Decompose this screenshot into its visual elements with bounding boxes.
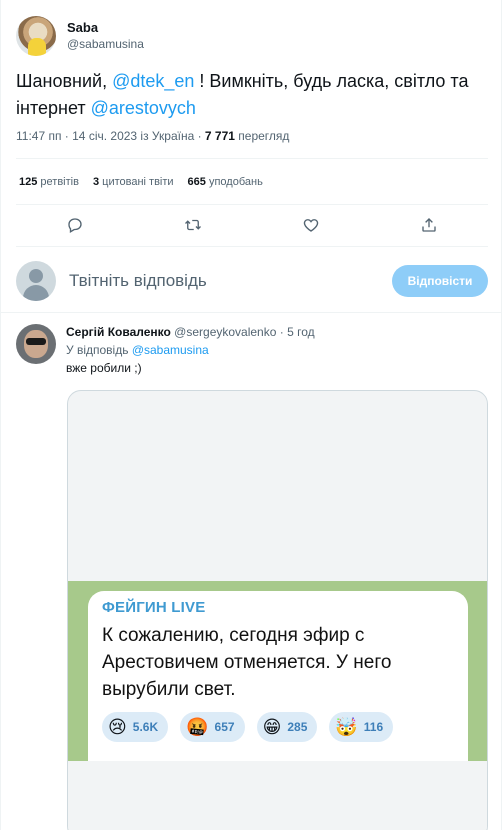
reply-time[interactable]: 5 год — [287, 325, 315, 339]
exploding-head-icon: 🤯 — [335, 717, 358, 737]
reply-button[interactable]: Відповісти — [392, 265, 488, 297]
mention-link[interactable]: @sabamusina — [132, 343, 209, 357]
mention-link[interactable]: @arestovych — [91, 98, 196, 118]
reaction-count: 116 — [363, 720, 384, 734]
views-label: перегляд — [234, 129, 290, 143]
reply-author-handle[interactable]: @sergeykovalenko — [174, 325, 276, 339]
tweet-meta: 11:47 пп · 14 січ. 2023 із Україна · 7 7… — [16, 129, 289, 143]
reply-media-image[interactable]: ФЕЙГИН LIVE К сожалению, сегодня эфир с … — [67, 390, 488, 830]
reply-input[interactable]: Твітніть відповідь — [69, 271, 392, 291]
crying-face-icon: 😢 — [108, 717, 127, 737]
grinning-face-icon: 😁 — [262, 717, 282, 737]
divider — [16, 158, 488, 159]
cursing-face-icon: 🤬 — [186, 717, 209, 737]
author-names: Saba @sabamusina — [67, 20, 144, 52]
reply-icon[interactable] — [60, 210, 90, 240]
telegram-message-card: ФЕЙГИН LIVE К сожалению, сегодня эфир с … — [88, 591, 468, 761]
views-count: 7 771 — [204, 129, 235, 143]
likes-count: 665 — [187, 176, 206, 188]
like-icon[interactable] — [296, 210, 326, 240]
separator: · — [276, 325, 288, 339]
avatar[interactable] — [16, 324, 56, 364]
reaction-count: 285 — [287, 720, 308, 734]
reaction-exploding: 🤯 116 — [329, 712, 394, 742]
replying-to: У відповідь @sabamusina — [66, 342, 488, 358]
replying-to-prefix: У відповідь — [66, 343, 132, 357]
divider — [16, 204, 488, 205]
avatar — [16, 261, 56, 301]
reaction-count: 5.6K — [132, 720, 159, 734]
divider — [1, 312, 502, 313]
tweet-detail-frame: Saba @sabamusina Шановний, @dtek_en ! Ви… — [0, 0, 502, 830]
likes-label: уподобань — [208, 176, 263, 188]
author-display-name[interactable]: Saba — [67, 20, 144, 36]
quotes-label: цитовані твіти — [102, 176, 174, 188]
telegram-reactions: 😢 5.6K 🤬 657 😁 285 🤯 116 — [102, 712, 454, 742]
tweet-text-part: Шановний, — [16, 71, 113, 91]
tweet-actions — [16, 208, 488, 242]
reaction-cry: 😢 5.6K — [102, 712, 169, 742]
telegram-channel-name: ФЕЙГИН LIVE — [102, 599, 206, 616]
retweets-label: ретвітів — [40, 176, 79, 188]
tweet-timestamp[interactable]: 11:47 пп · 14 січ. 2023 із Україна · — [16, 129, 205, 143]
reply-body: Сергій Коваленко @sergeykovalenko · 5 го… — [66, 324, 488, 376]
reply-author-name[interactable]: Сергій Коваленко — [66, 325, 171, 339]
mention-link[interactable]: @dtek_en — [112, 71, 194, 91]
quotes-stat[interactable]: 3 цитовані твіти — [93, 176, 174, 188]
likes-stat[interactable]: 665 уподобань — [188, 176, 263, 188]
author-handle[interactable]: @sabamusina — [67, 36, 144, 52]
share-icon[interactable] — [414, 210, 444, 240]
reaction-grin: 😁 285 — [256, 712, 318, 742]
telegram-message-text: К сожалению, сегодня эфир с Арестовичем … — [102, 625, 392, 700]
divider — [16, 246, 488, 247]
media-bottom — [68, 761, 487, 830]
reply-header: Сергій Коваленко @sergeykovalenko · 5 го… — [66, 324, 488, 340]
tweet-author: Saba @sabamusina — [16, 16, 144, 56]
retweets-count: 125 — [19, 176, 38, 188]
tweet-stats: 125 ретвітів 3 цитовані твіти 665 уподоб… — [19, 176, 263, 188]
reply-text: вже робили ;) — [66, 361, 142, 375]
reaction-angry: 🤬 657 — [180, 712, 245, 742]
quotes-count: 3 — [92, 176, 100, 188]
retweet-icon[interactable] — [178, 210, 208, 240]
reaction-count: 657 — [214, 720, 235, 734]
tweet-text: Шановний, @dtek_en ! Вимкніть, будь ласк… — [16, 68, 486, 122]
reply-compose: Твітніть відповідь Відповісти — [16, 258, 488, 304]
avatar[interactable] — [16, 16, 56, 56]
retweets-stat[interactable]: 125 ретвітів — [19, 176, 79, 188]
